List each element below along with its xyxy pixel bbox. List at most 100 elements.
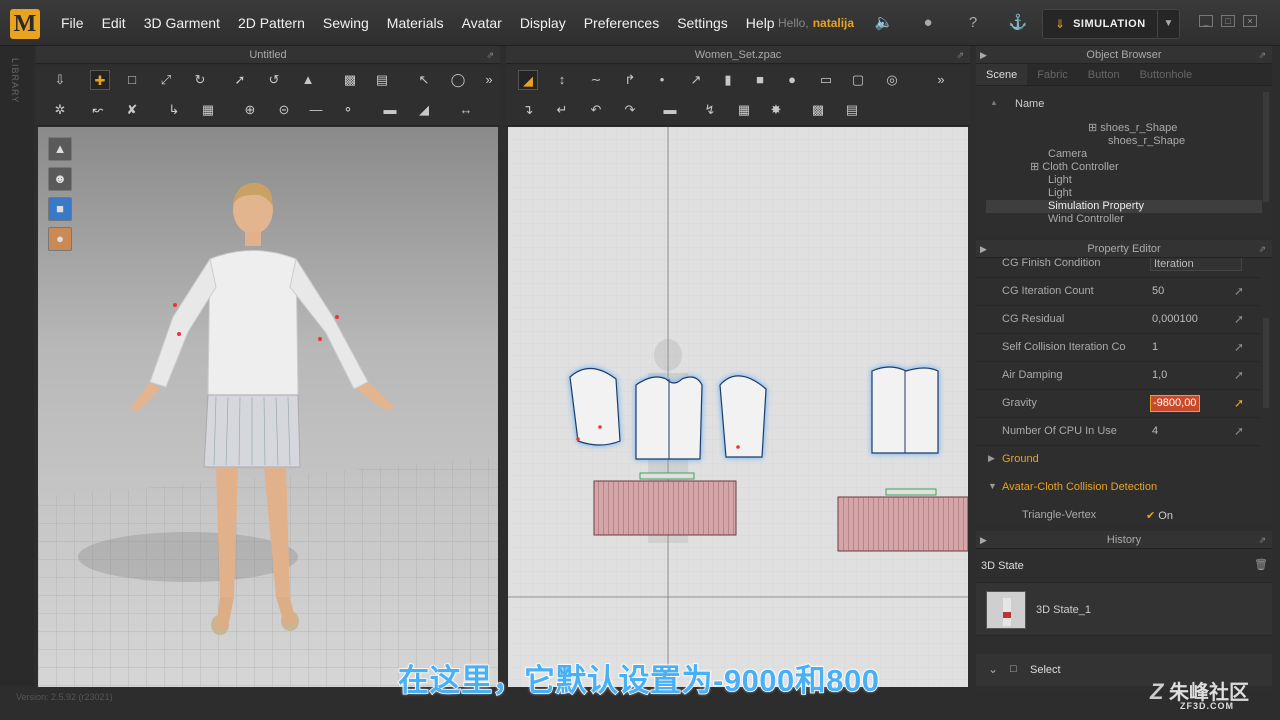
property-value[interactable]: 4 bbox=[1152, 425, 1158, 437]
pin-icon[interactable]: ➚ bbox=[1234, 396, 1244, 410]
iron-icon[interactable]: ◢ bbox=[414, 100, 434, 120]
popout-icon[interactable]: ⇗ bbox=[1258, 531, 1266, 549]
pin-icon[interactable]: ➚ bbox=[1234, 312, 1244, 326]
grade-icon[interactable]: ▩ bbox=[808, 100, 828, 120]
pattern-canvas[interactable] bbox=[508, 127, 968, 687]
select-move-icon[interactable]: ✚ bbox=[90, 70, 110, 90]
tree-item-shoes-r-shape[interactable]: shoes_r_Shape bbox=[1108, 135, 1185, 148]
flat-icon[interactable]: ▬ bbox=[380, 100, 400, 120]
rotate-icon[interactable]: ↻ bbox=[190, 70, 210, 90]
skirt-front-piece[interactable] bbox=[593, 480, 737, 536]
collapse-arrow-icon[interactable]: ▶ bbox=[980, 240, 987, 258]
pin-icon[interactable]: ➚ bbox=[1234, 424, 1244, 438]
sew-multi-icon[interactable]: ↶ bbox=[586, 100, 606, 120]
library-sidebar[interactable]: LIBRARY bbox=[0, 46, 34, 686]
brush-icon[interactable]: ↜ bbox=[88, 100, 108, 120]
transform-icon[interactable]: ⤢ bbox=[156, 70, 176, 90]
more-tools-icon[interactable]: » bbox=[934, 70, 948, 90]
buttonhole-icon[interactable]: ⊝ bbox=[274, 100, 294, 120]
sew-free-icon[interactable]: ↵ bbox=[552, 100, 572, 120]
scrollbar[interactable] bbox=[1263, 318, 1269, 408]
add-point-icon[interactable]: • bbox=[652, 70, 672, 90]
stretch-icon[interactable]: ↔ bbox=[456, 100, 476, 120]
fold-icon[interactable]: ↺ bbox=[264, 70, 284, 90]
chevron-down-icon[interactable]: ⌄ bbox=[988, 662, 998, 676]
edit-pattern-icon[interactable]: ↕ bbox=[552, 70, 572, 90]
simulation-button[interactable]: ⇓ SIMULATION ▼ bbox=[1042, 9, 1180, 39]
menu-sewing[interactable]: Sewing bbox=[314, 15, 378, 31]
tack-icon[interactable]: ▩ bbox=[340, 70, 360, 90]
tree-item-wind-controller[interactable]: Wind Controller bbox=[1048, 213, 1124, 226]
property-value[interactable]: 50 bbox=[1152, 285, 1164, 297]
menu-help[interactable]: Help bbox=[737, 15, 784, 31]
move-down-icon[interactable]: ⇩ bbox=[50, 70, 70, 90]
tree-item-camera[interactable]: Camera bbox=[1048, 148, 1087, 161]
segment-icon[interactable]: ↗ bbox=[686, 70, 706, 90]
internal-polygon-icon[interactable]: ▭ bbox=[816, 70, 836, 90]
sort-up-icon[interactable]: ▲ bbox=[990, 98, 998, 107]
curve-point-icon[interactable]: ↱ bbox=[620, 70, 640, 90]
tree-item-cloth-controller[interactable]: ⊞ Cloth Controller bbox=[1030, 161, 1119, 174]
popout-icon[interactable]: ⇗ bbox=[1258, 240, 1266, 258]
menu-edit[interactable]: Edit bbox=[93, 15, 135, 31]
history-item[interactable]: 3D State_1 bbox=[976, 582, 1272, 636]
menu-materials[interactable]: Materials bbox=[378, 15, 453, 31]
fold-arrange-icon[interactable]: ▬ bbox=[660, 100, 680, 120]
collapse-arrow-icon[interactable]: ▶ bbox=[980, 531, 987, 549]
tab-fabric[interactable]: Fabric bbox=[1027, 64, 1078, 85]
measure-icon[interactable]: ↖ bbox=[414, 70, 434, 90]
pin-icon[interactable]: ▤ bbox=[372, 70, 392, 90]
circle-icon[interactable]: ● bbox=[782, 70, 802, 90]
waistband-back[interactable] bbox=[885, 488, 937, 496]
trim-icon[interactable]: ✸ bbox=[766, 100, 786, 120]
more-tools-icon[interactable]: » bbox=[482, 70, 496, 90]
minimize-icon[interactable]: _ bbox=[1199, 15, 1213, 27]
property-value[interactable]: 0,000100 bbox=[1152, 313, 1198, 325]
community-icon[interactable]: ⚓ bbox=[1008, 13, 1028, 33]
avatar-display-icon[interactable]: ☻ bbox=[48, 167, 72, 191]
select-box-icon[interactable]: □ bbox=[122, 70, 142, 90]
internal-circle-icon[interactable]: ◎ bbox=[882, 70, 902, 90]
3d-scene[interactable] bbox=[38, 127, 498, 687]
section-ground[interactable]: ▶ Ground bbox=[976, 446, 1260, 474]
ring-icon[interactable]: ◯ bbox=[448, 70, 468, 90]
tab-scene[interactable]: Scene bbox=[976, 64, 1028, 85]
section-avatar-cloth-collision[interactable]: ▼ Avatar-Cloth Collision Detection bbox=[976, 474, 1260, 502]
grain-icon[interactable]: ▦ bbox=[734, 100, 754, 120]
avatar-pose-icon[interactable]: ✲ bbox=[50, 100, 70, 120]
texture-icon[interactable]: ↯ bbox=[700, 100, 720, 120]
collapse-arrow-icon[interactable]: ▶ bbox=[980, 46, 987, 64]
trash-icon[interactable]: 🗑 bbox=[1254, 558, 1268, 571]
check-sewing-icon[interactable]: ↷ bbox=[620, 100, 640, 120]
tape-icon[interactable]: ↳ bbox=[164, 100, 184, 120]
fabric-icon[interactable]: ▦ bbox=[198, 100, 218, 120]
gravity-input[interactable]: -9800,00 bbox=[1150, 395, 1200, 412]
speaker-icon[interactable]: 🔈 bbox=[874, 13, 894, 33]
menu-3d-garment[interactable]: 3D Garment bbox=[135, 15, 229, 31]
garment-display-icon[interactable]: ▲ bbox=[48, 137, 72, 161]
menu-preferences[interactable]: Preferences bbox=[575, 15, 668, 31]
close-icon[interactable]: × bbox=[1243, 15, 1257, 27]
chevron-down-icon[interactable]: ▼ bbox=[1157, 10, 1179, 38]
polygon-icon[interactable]: ▮ bbox=[718, 70, 738, 90]
user-icon[interactable]: ● bbox=[918, 13, 938, 33]
tab-button[interactable]: Button bbox=[1078, 64, 1130, 85]
pin-icon[interactable]: ➚ bbox=[1234, 284, 1244, 298]
restore-icon[interactable]: □ bbox=[1221, 15, 1235, 27]
add-button-icon[interactable]: ⊕ bbox=[240, 100, 260, 120]
internal-rectangle-icon[interactable]: ▢ bbox=[848, 70, 868, 90]
menu-settings[interactable]: Settings bbox=[668, 15, 737, 31]
line-icon[interactable]: — bbox=[306, 100, 326, 120]
popout-icon[interactable]: ⇗ bbox=[486, 46, 494, 64]
name-column-header[interactable]: Name bbox=[1015, 98, 1044, 110]
skirt-back-piece[interactable] bbox=[837, 496, 968, 552]
edit-point-icon[interactable]: ➚ bbox=[230, 70, 250, 90]
tab-buttonhole[interactable]: Buttonhole bbox=[1130, 64, 1203, 85]
sew-segment-icon[interactable]: ↴ bbox=[518, 100, 538, 120]
menu-display[interactable]: Display bbox=[511, 15, 575, 31]
menu-avatar[interactable]: Avatar bbox=[453, 15, 511, 31]
triangle-vertex-checkbox[interactable]: ✔ On bbox=[1146, 509, 1173, 522]
tree-item-light[interactable]: Light bbox=[1048, 174, 1072, 187]
waistband-front[interactable] bbox=[639, 472, 695, 480]
property-value[interactable]: 1,0 bbox=[1152, 369, 1167, 381]
